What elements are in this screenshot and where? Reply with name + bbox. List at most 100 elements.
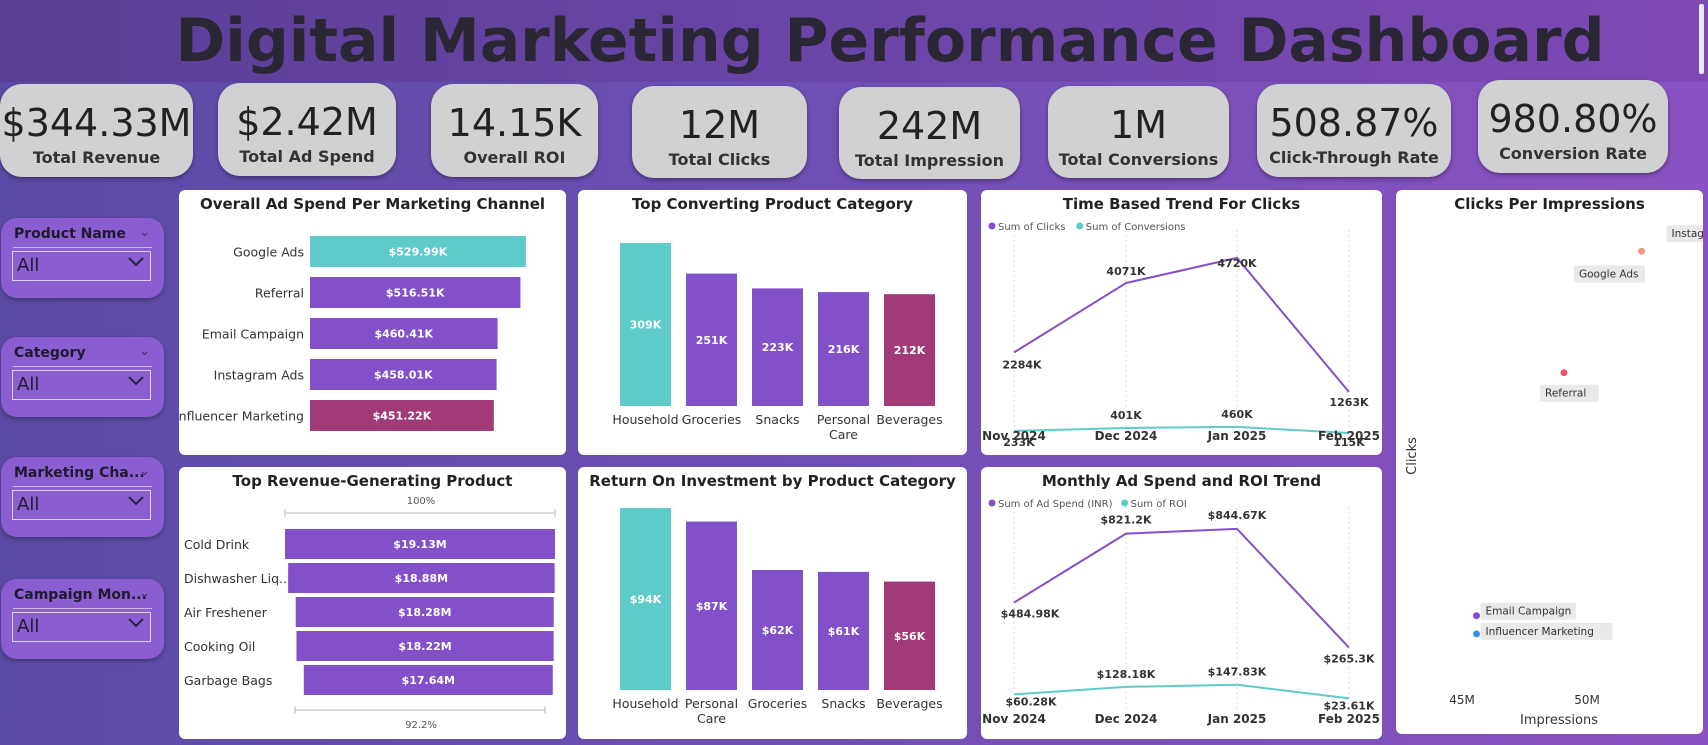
kpi-card-ctr: 508.87% Click-Through Rate (1257, 84, 1451, 177)
axis-title: Impressions (1520, 713, 1598, 728)
slicer-value: All (17, 374, 40, 395)
slicer-dropdown[interactable]: All (12, 612, 151, 642)
data-label: $147.83K (1208, 666, 1267, 679)
kpi-value: 980.80% (1488, 97, 1658, 141)
legend-marker (988, 499, 996, 507)
tick-label: Nov 2024 (982, 712, 1046, 726)
kpi-label: Total Conversions (1058, 150, 1219, 169)
data-label: $18.22M (398, 640, 451, 653)
slicer-marketing-channel[interactable]: Marketing Cha... ⌄ All (1, 457, 164, 537)
kpi-card-conversions: 1M Total Conversions (1048, 86, 1229, 178)
series-line (1013, 256, 1350, 393)
slicer-dropdown[interactable]: All (12, 370, 151, 400)
chevron-down-icon (128, 376, 144, 386)
series-line (1013, 425, 1350, 434)
kpi-value: 12M (678, 103, 761, 147)
slicer-category[interactable]: Category ⌄ All (1, 337, 164, 417)
panel-clicks-trend[interactable]: Time Based Trend For Clicks Sum of Click… (981, 190, 1382, 455)
collapse-icon[interactable]: ⌄ (139, 344, 150, 359)
roi-bar-chart[interactable]: $94K Household $87K PersonalCare $62K Groceri… (578, 467, 967, 739)
converting-bar-chart[interactable]: 309K Household 251K Groceries 223K Snacks 216K… (578, 190, 967, 455)
slicer-title: Product Name (14, 226, 126, 242)
kpi-card-ad-spend: $2.42M Total Ad Spend (218, 83, 396, 176)
tick-label: 50M (1574, 693, 1600, 707)
kpi-value: 14.15K (447, 101, 582, 145)
data-label: $516.51K (386, 287, 445, 300)
category-label: Household (612, 412, 678, 427)
data-point (1473, 612, 1480, 620)
point-label: Google Ads (1579, 269, 1639, 281)
kpi-card-impression: 242M Total Impression (839, 87, 1020, 179)
panel-top-converting[interactable]: Top Converting Product Category 309K Hous… (578, 190, 967, 455)
data-label: 212K (894, 344, 926, 357)
kpi-card-revenue: $344.33M Total Revenue (0, 84, 193, 177)
series-line (1013, 527, 1350, 649)
data-label: 2284K (1002, 358, 1042, 371)
category-label: Beverages (876, 696, 942, 711)
panel-top-revenue[interactable]: Top Revenue-Generating Product 100% Cold … (179, 467, 566, 739)
slicer-title: Category (14, 345, 86, 361)
legend-marker (988, 222, 996, 230)
category-label: Beverages (876, 412, 942, 427)
slicer-value: All (17, 255, 40, 276)
data-label: 401K (1110, 409, 1142, 422)
legend-label: Sum of Clicks (998, 222, 1065, 233)
data-label: $128.18K (1097, 668, 1156, 681)
slicer-campaign-month[interactable]: Campaign Mon... ⌄ All (1, 579, 164, 659)
slicer-dropdown[interactable]: All (12, 251, 151, 281)
scatter-chart[interactable]: 45M 50M Impressions Clicks Instagram Ads Goog… (1396, 190, 1703, 734)
slicer-value: All (17, 616, 40, 637)
slicer-product-name[interactable]: Product Name ⌄ All (1, 218, 164, 298)
category-label: Personal (685, 696, 738, 711)
kpi-label: Click-Through Rate (1269, 148, 1439, 167)
category-label: Care (829, 427, 858, 442)
scrollbar[interactable] (1699, 4, 1704, 74)
category-label: Email Campaign (202, 327, 304, 342)
category-label: Garbage Bags (184, 673, 272, 688)
collapse-icon[interactable]: ⌄ (139, 464, 150, 479)
kpi-value: 1M (1110, 103, 1167, 147)
ad-spend-bar-chart[interactable]: Google Ads $529.99K Referral $516.51K Email … (179, 190, 566, 455)
kpi-value: 242M (876, 104, 983, 148)
collapse-icon[interactable]: ⌄ (139, 586, 150, 601)
data-label: $460.41K (374, 328, 433, 341)
category-label: Cold Drink (184, 537, 250, 552)
tick-label: Jan 2025 (1207, 429, 1267, 443)
slicer-title: Marketing Cha... (14, 465, 145, 481)
tick-label: Feb 2025 (1318, 712, 1380, 726)
legend-label: Sum of ROI (1131, 499, 1187, 510)
slicer-value: All (17, 494, 40, 515)
divider (13, 247, 152, 248)
panel-ad-spend-roi-trend[interactable]: Monthly Ad Spend and ROI Trend Sum of Ad… (981, 467, 1382, 739)
data-label: $821.2K (1101, 514, 1152, 527)
data-label: $17.64M (402, 674, 455, 687)
point-label: Instagram Ads (1672, 228, 1704, 240)
category-label: Google Ads (233, 245, 304, 260)
tick-label: Dec 2024 (1095, 712, 1158, 726)
ad-spend-line-chart[interactable]: Sum of Ad Spend (INR) Sum of ROI $484.98K $… (981, 467, 1382, 739)
series-line (1013, 683, 1350, 700)
panel-clicks-per-impressions[interactable]: Clicks Per Impressions 45M 50M Impressions… (1396, 190, 1703, 734)
panel-roi-category[interactable]: Return On Investment by Product Category… (578, 467, 967, 739)
data-label: $18.28M (398, 606, 451, 619)
axis-label: 92.2% (405, 720, 437, 731)
category-label: Snacks (755, 412, 799, 427)
data-label: $56K (894, 630, 926, 643)
data-label: $62K (762, 624, 794, 637)
kpi-label: Total Ad Spend (239, 147, 375, 166)
tick-label: Feb 2025 (1318, 429, 1380, 443)
tick-label: Jan 2025 (1207, 712, 1267, 726)
category-label: Personal (817, 412, 870, 427)
tick-label: Nov 2024 (982, 429, 1046, 443)
data-label: 216K (828, 343, 860, 356)
clicks-line-chart[interactable]: Sum of Clicks Sum of Conversions 2284K 4071… (981, 190, 1382, 455)
data-label: 309K (630, 319, 662, 332)
revenue-bar-chart[interactable]: 100% Cold Drink $19.13M Dishwasher Liq... $1… (179, 467, 566, 739)
slicer-dropdown[interactable]: All (12, 490, 151, 520)
point-label: Influencer Marketing (1486, 626, 1594, 638)
kpi-value: $2.42M (236, 100, 378, 144)
kpi-label: Conversion Rate (1499, 144, 1647, 163)
kpi-value: 508.87% (1269, 101, 1439, 145)
panel-ad-spend-channel[interactable]: Overall Ad Spend Per Marketing Channel G… (179, 190, 566, 455)
collapse-icon[interactable]: ⌄ (139, 225, 150, 240)
